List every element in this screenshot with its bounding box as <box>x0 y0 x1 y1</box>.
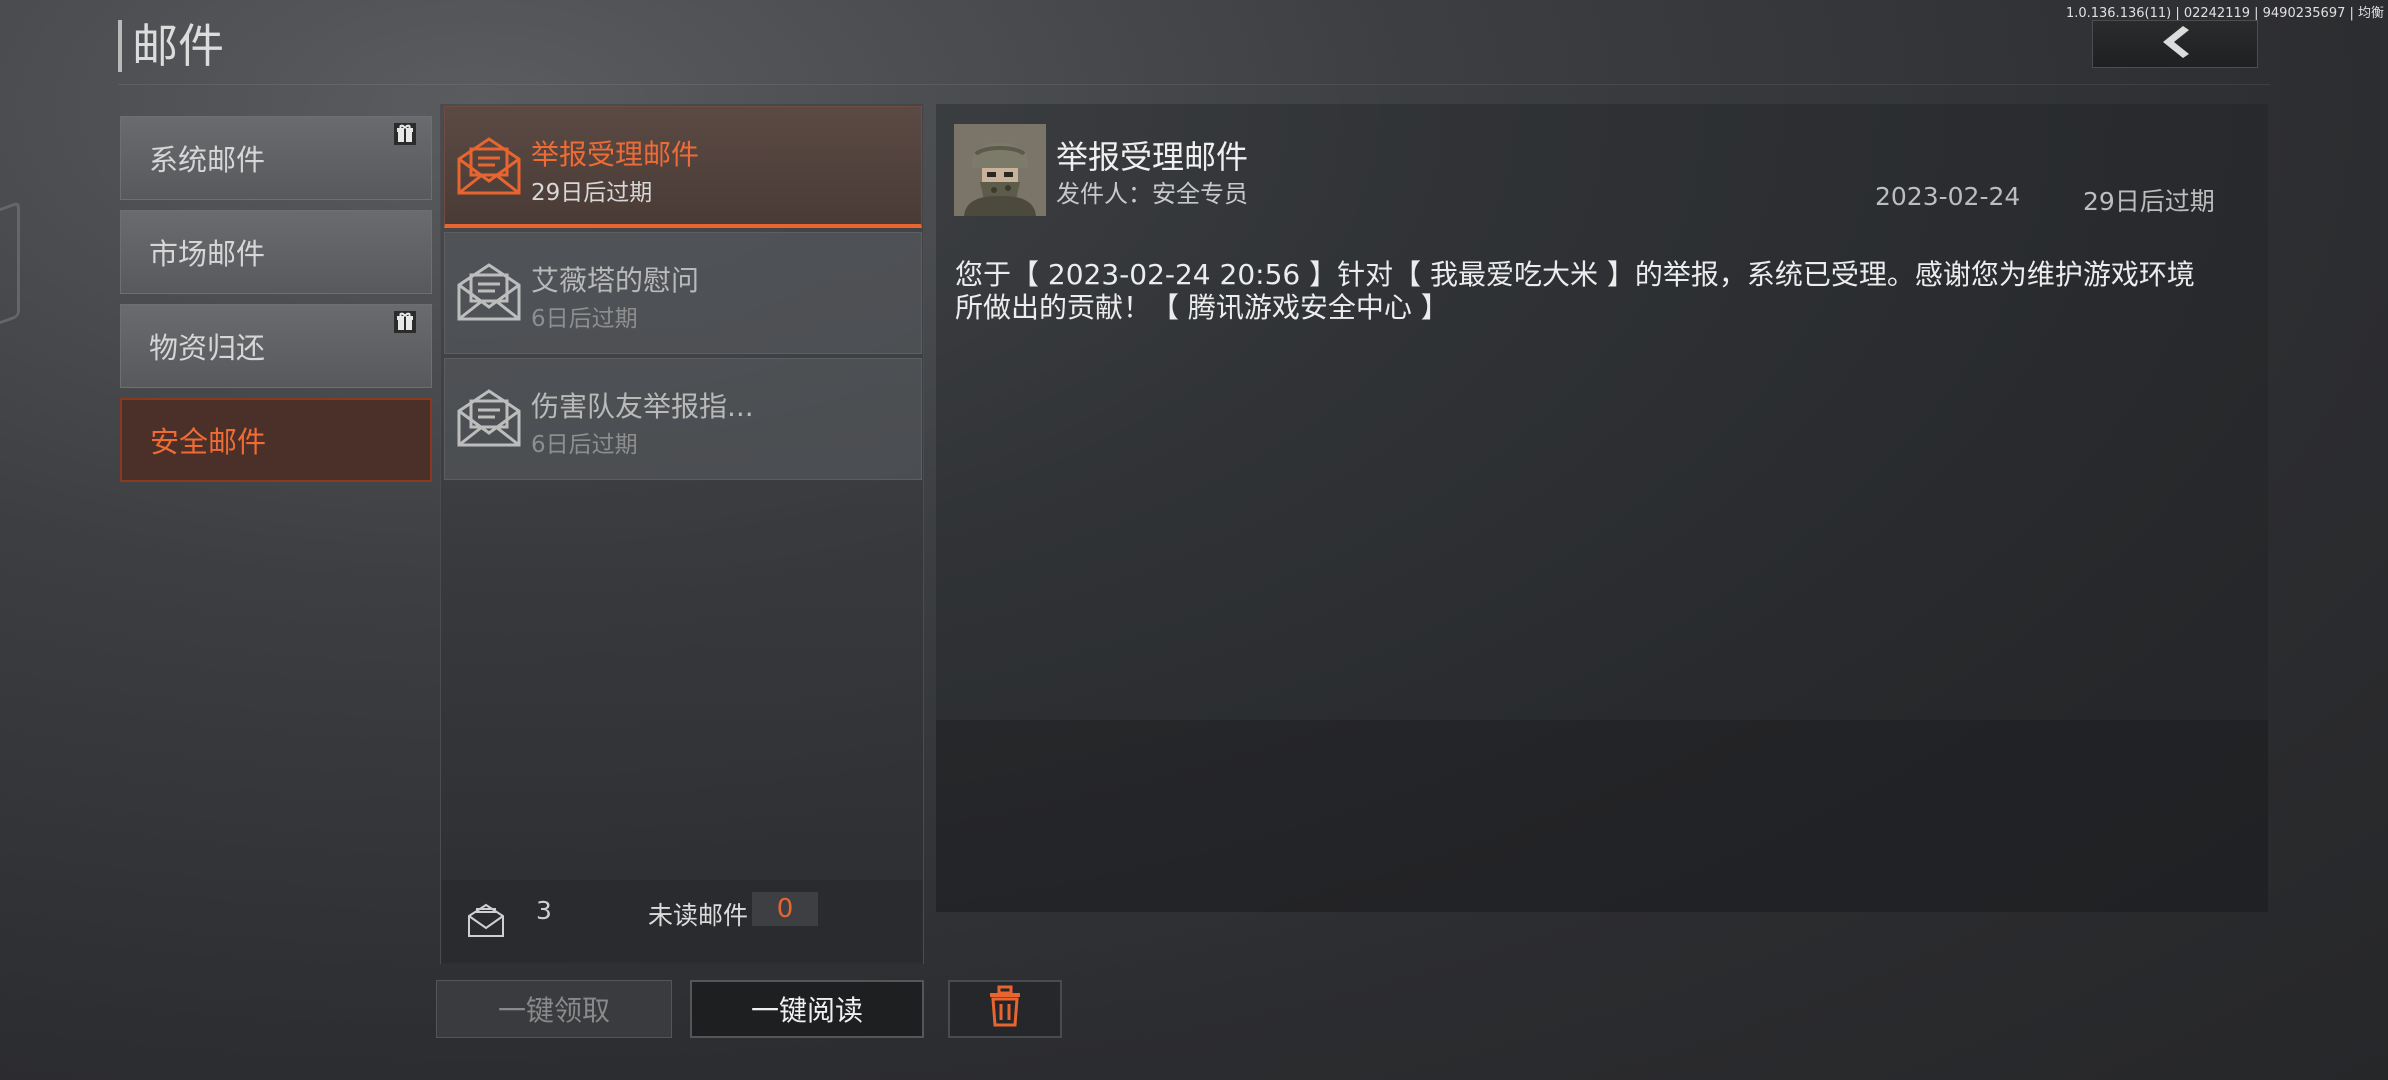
page-header: 邮件 <box>118 20 224 72</box>
mail-expiry: 6日后过期 <box>531 306 638 332</box>
category-supply-return[interactable]: 物资归还 <box>120 304 432 388</box>
page-title: 邮件 <box>132 19 224 73</box>
detail-expiry: 29日后过期 <box>2083 187 2215 216</box>
mail-title: 艾薇塔的慰问 <box>531 264 700 297</box>
gift-icon <box>393 119 417 145</box>
mail-expiry: 29日后过期 <box>531 180 653 206</box>
mail-item[interactable]: 艾薇塔的慰问 6日后过期 <box>444 232 922 354</box>
sender-avatar <box>954 124 1046 216</box>
category-security-mail[interactable]: 安全邮件 <box>120 398 432 482</box>
unread-count: 0 <box>752 892 818 926</box>
category-system-mail[interactable]: 系统邮件 <box>120 116 432 200</box>
detail-body: 您于【 2023-02-24 20:56 】针对【 我最爱吃大米 】的举报，系统… <box>955 258 2195 324</box>
header-divider <box>118 84 2270 85</box>
envelope-icon <box>455 387 523 449</box>
mail-count: 3 <box>536 896 552 925</box>
mail-title: 伤害队友举报指... <box>531 390 754 423</box>
trash-icon <box>986 985 1024 1034</box>
detail-title: 举报受理邮件 <box>1056 138 1249 176</box>
read-all-button[interactable]: 一键阅读 <box>690 980 924 1038</box>
mail-item[interactable]: 举报受理邮件 29日后过期 <box>444 106 922 228</box>
back-button[interactable] <box>2092 20 2258 68</box>
chevron-left-icon <box>2155 24 2195 64</box>
mail-detail-lower <box>936 720 2268 912</box>
mail-item[interactable]: 伤害队友举报指... 6日后过期 <box>444 358 922 480</box>
category-label: 系统邮件 <box>149 143 266 177</box>
delete-button[interactable] <box>948 980 1062 1038</box>
side-tab-handle[interactable] <box>0 200 20 336</box>
envelope-icon <box>455 135 523 197</box>
category-market-mail[interactable]: 市场邮件 <box>120 210 432 294</box>
category-label: 物资归还 <box>149 331 266 365</box>
category-label: 市场邮件 <box>149 237 266 271</box>
envelope-icon <box>455 261 523 323</box>
unread-label: 未读邮件 <box>648 901 749 930</box>
category-label: 安全邮件 <box>150 425 267 459</box>
mail-title: 举报受理邮件 <box>531 138 700 171</box>
detail-sender: 发件人：安全专员 <box>1056 180 1248 208</box>
gift-icon <box>393 307 417 333</box>
claim-all-button[interactable]: 一键领取 <box>436 980 672 1038</box>
version-info: 1.0.136.136(11) | 02242119 | 9490235697 … <box>2065 6 2384 21</box>
mail-expiry: 6日后过期 <box>531 432 638 458</box>
detail-date: 2023-02-24 <box>1875 182 2021 211</box>
mail-stack-icon <box>466 900 506 944</box>
